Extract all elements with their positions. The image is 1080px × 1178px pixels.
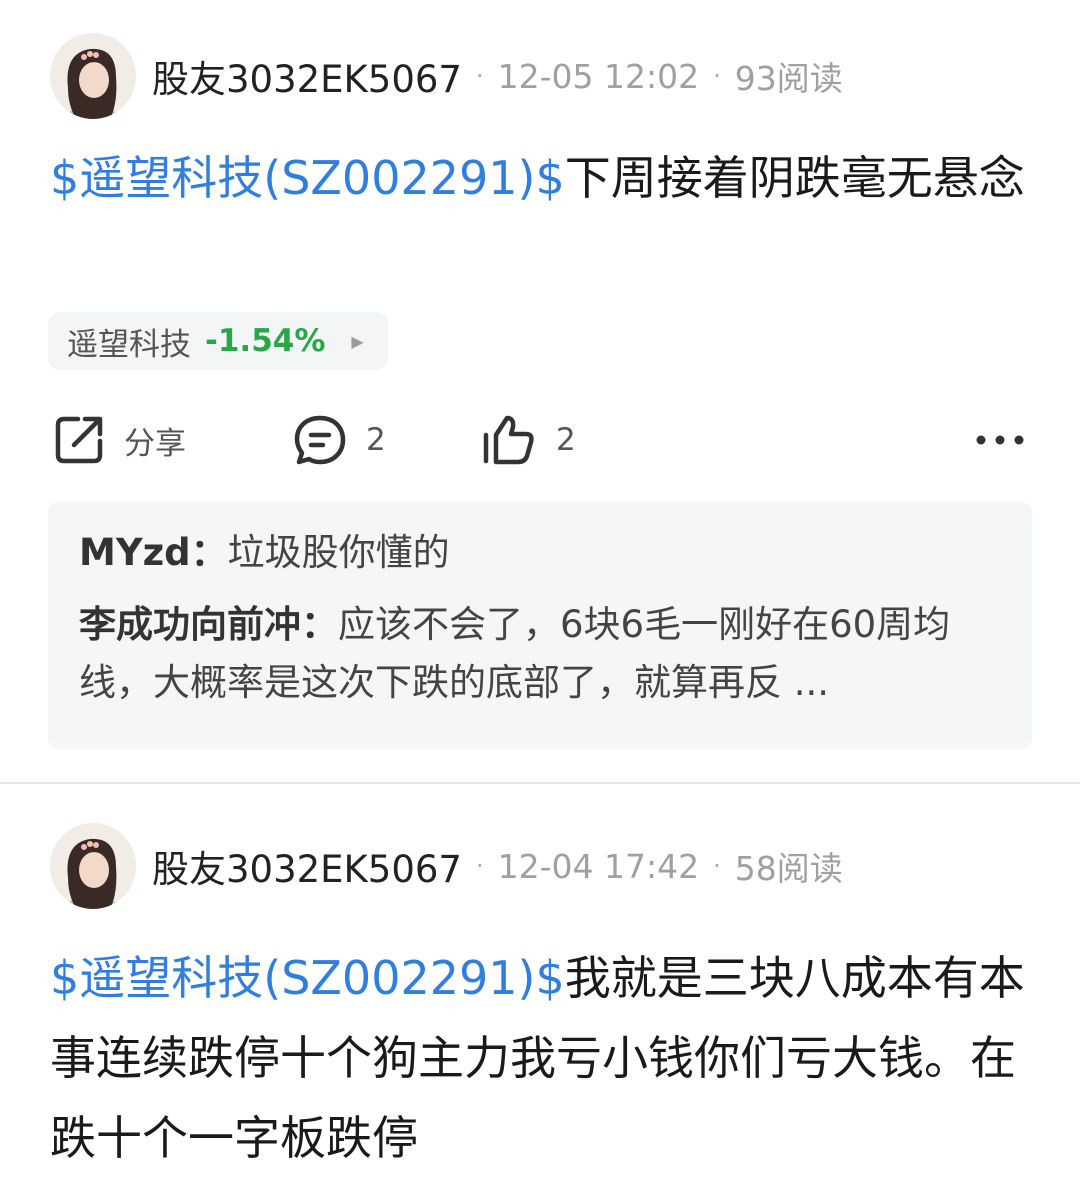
stock-name: 遥望科技 <box>67 326 191 363</box>
comment-count: 2 <box>366 422 386 458</box>
post-date: 12-05 12:02 <box>497 56 700 96</box>
stock-change: -1.54% <box>205 323 326 359</box>
meta-separator: · <box>475 62 484 90</box>
chevron-right-icon: ▶ <box>351 331 364 351</box>
post-content[interactable]: $遥望科技(SZ002291)$下周接着阴跌毫无悬念 <box>50 138 1040 218</box>
avatar[interactable] <box>50 33 136 119</box>
read-count: 93阅读 <box>734 59 843 98</box>
meta-separator: · <box>475 852 484 880</box>
avatar[interactable] <box>50 823 136 909</box>
comment-author[interactable]: MYzd： <box>79 531 228 574</box>
action-bar: 分享 2 2 <box>0 405 1080 475</box>
comment-author[interactable]: 李成功向前冲： <box>79 603 338 646</box>
comment-item: MYzd：垃圾股你懂的 <box>79 516 1000 590</box>
comment-text: 垃圾股你懂的 <box>227 531 450 574</box>
share-button[interactable]: 分享 <box>52 405 186 475</box>
read-count: 58阅读 <box>734 849 843 888</box>
like-button[interactable]: 2 <box>480 405 576 475</box>
more-icon <box>976 435 1024 445</box>
share-icon <box>55 416 103 464</box>
stock-tag-link[interactable]: $遥望科技(SZ002291)$ <box>50 151 565 205</box>
thumbs-up-icon <box>483 415 534 465</box>
post-date: 12-04 17:42 <box>497 846 700 886</box>
divider <box>0 782 1080 784</box>
comment-icon <box>294 415 346 465</box>
meta-separator: · <box>713 852 721 880</box>
post-text: 下周接着阴跌毫无悬念 <box>564 151 1025 205</box>
share-label: 分享 <box>124 425 186 462</box>
stock-tag-link[interactable]: $遥望科技(SZ002291)$ <box>50 951 565 1005</box>
author-name[interactable]: 股友3032EK5067 <box>152 839 462 893</box>
more-button[interactable] <box>975 405 1025 475</box>
author-name[interactable]: 股友3032EK5067 <box>152 49 462 103</box>
post-meta: 股友3032EK5067 · 12-05 12:02 · 93阅读 <box>152 46 843 106</box>
meta-separator: · <box>713 62 721 90</box>
like-count: 2 <box>556 422 576 458</box>
stock-chip[interactable]: 遥望科技 -1.54% ▶ <box>48 312 388 370</box>
comment-preview[interactable]: MYzd：垃圾股你懂的 李成功向前冲：应该不会了，6块6毛一刚好在60周均线，大… <box>48 502 1032 749</box>
comment-item: 李成功向前冲：应该不会了，6块6毛一刚好在60周均线，大概率是这次下跌的底部了，… <box>79 596 1000 712</box>
post-meta: 股友3032EK5067 · 12-04 17:42 · 58阅读 <box>152 836 843 896</box>
post-content[interactable]: $遥望科技(SZ002291)$我就是三块八成本有本事连续跌停十个狗主力我亏小钱… <box>50 938 1040 1178</box>
comment-button[interactable]: 2 <box>292 405 386 475</box>
